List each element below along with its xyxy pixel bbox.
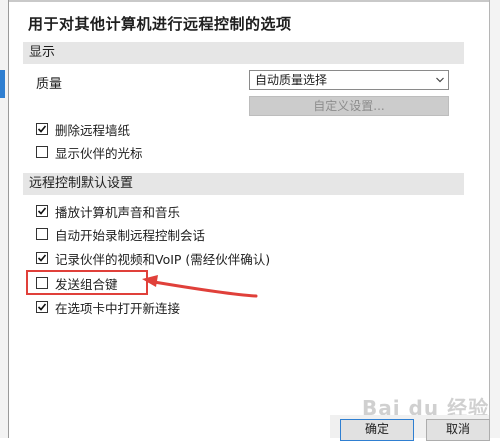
checkbox-box[interactable] [36,228,48,240]
checkbox-auto-record[interactable]: 自动开始录制远程控制会话 [36,226,206,243]
checkbox-label: 播放计算机声音和音乐 [55,204,181,220]
checkbox-label: 删除远程墙纸 [55,122,131,138]
section-header-remote-defaults: 远程控制默认设置 [23,173,464,195]
checkbox-record-video-voip[interactable]: 记录伙伴的视频和VoIP (需经伙伴确认) [36,250,271,267]
scrollbar-track[interactable] [489,0,500,438]
checkmark-icon [37,125,47,133]
checkbox-remove-wallpaper[interactable]: 删除远程墙纸 [36,121,131,138]
selected-category-indicator [0,70,5,98]
checkbox-show-partner-cursor[interactable]: 显示伙伴的光标 [36,144,143,161]
annotation-highlight-box [26,270,148,295]
checkmark-icon [37,254,47,262]
checkbox-label: 记录伙伴的视频和VoIP (需经伙伴确认) [55,251,271,267]
checkmark-icon [37,303,47,311]
panel-title: 用于对其他计算机进行远程控制的选项 [28,15,292,33]
section-header-display: 显示 [23,42,464,64]
chevron-down-icon [436,77,444,83]
quality-label: 质量 [36,77,63,92]
checkmark-icon [37,207,47,215]
checkbox-play-sound[interactable]: 播放计算机声音和音乐 [36,203,181,220]
left-sidebar-strip [0,0,9,438]
checkbox-box[interactable] [36,301,48,313]
checkbox-label: 自动开始录制远程控制会话 [55,227,206,243]
custom-settings-button[interactable]: 自定义设置... [249,96,449,116]
checkbox-box[interactable] [36,205,48,217]
quality-select-value: 自动质量选择 [255,73,328,87]
annotation-arrow-icon [142,275,258,298]
checkbox-label: 显示伙伴的光标 [55,145,143,161]
checkbox-box[interactable] [36,123,48,135]
checkbox-box[interactable] [36,146,48,158]
quality-select[interactable]: 自动质量选择 [249,70,449,90]
top-divider [9,0,489,2]
checkbox-box[interactable] [36,252,48,264]
